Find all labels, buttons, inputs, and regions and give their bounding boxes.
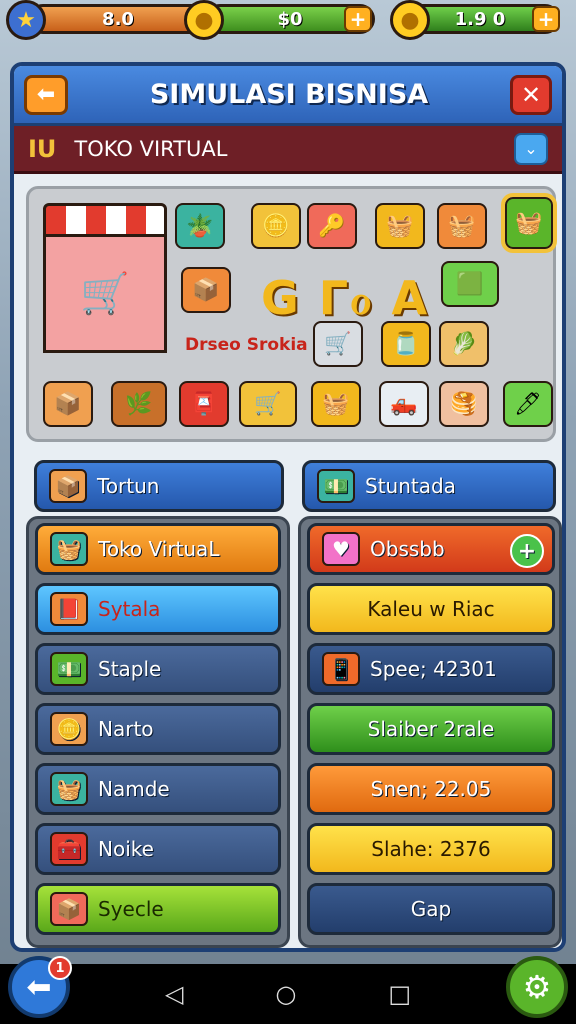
plant-box-icon[interactable]: 🪴 [175,203,225,249]
cash-icon: 💵 [317,469,355,503]
mailbox-icon[interactable]: 📮 [179,381,229,427]
eraser-icon[interactable]: 🟩 [441,261,499,307]
add-cash-button[interactable]: + [344,6,372,32]
planter-icon[interactable]: 🌿 [111,381,167,427]
basket-icon: 🧺 [50,532,88,566]
resource-1-value: 8.0 [102,8,134,30]
system-nav-bar: ◁ ○ □ [0,964,576,1024]
menu-label: Gap [410,897,452,921]
tab-tortun[interactable]: 📦 Tortun [34,460,284,512]
produce-box-icon[interactable]: 🥬 [439,321,489,367]
business-panel: ⬅ SIMULASI BISNISA ✕ IU TOKO VIRTUAL ⌄ 🛒… [10,62,566,952]
star-icon: ★ [6,0,46,40]
store-title: TOKO VIRTUAL [74,136,228,161]
menu-item-toko-virtual[interactable]: 🧺 Toko VirtuaL [35,523,281,575]
menu-item-narto[interactable]: 🪙 Narto [35,703,281,755]
left-menu: 🧺 Toko VirtuaL 📕 Sytala 💵 Staple 🪙 Narto… [26,516,290,948]
coin-stack-icon: 🪙 [50,712,88,746]
menu-label: Sytala [98,597,161,621]
basket-icon[interactable]: 🧺 [311,381,361,427]
crate-icon[interactable]: 🧺 [375,203,425,249]
box-icon: 📦 [50,892,88,926]
menu-label: Obssbb [370,537,445,561]
nav-recent-icon[interactable]: □ [388,980,411,1008]
wagon-icon[interactable]: 🛻 [379,381,429,427]
menu-label: Narto [98,717,154,741]
brand-label: Drseo Srokia [185,335,308,355]
resource-2-value: $0 [277,8,303,30]
resource-3-value: 1.9 0 [454,8,506,30]
store-icon: IU [28,134,57,163]
awning [43,203,167,237]
coin-icon[interactable]: 🪙 [251,203,301,249]
shop-body: 🛒 [43,237,167,353]
basket-icon[interactable]: 🧺 [437,203,487,249]
key-icon[interactable]: 🔑 [307,203,357,249]
menu-item-namde[interactable]: 🧺 Namde [35,763,281,815]
menu-item-slaiber[interactable]: Slaiber 2rale [307,703,555,755]
page-title: SIMULASI BISNISA [149,79,429,110]
menu-label: Slahe: 2376 [371,837,491,861]
basket-icon: 🧺 [50,772,88,806]
notification-badge: 1 [48,956,72,980]
menu-label: Noike [98,837,154,861]
menu-label: Toko VirtuaL [98,537,220,561]
delivery-cart-icon[interactable]: 🛒 [239,381,297,427]
back-button[interactable]: ⬅ [24,74,68,115]
menu-item-obssbb[interactable]: ♥ Obssbb + [307,523,555,575]
tab-tortun-label: Tortun [97,474,160,498]
menu-item-sytala[interactable]: 📕 Sytala [35,583,281,635]
menu-label: Spee; 42301 [370,657,497,681]
close-button[interactable]: ✕ [510,74,552,115]
tab-stuntada-label: Stuntada [365,474,456,498]
menu-label: Snen; 22.05 [370,777,492,801]
toolbox-icon: 🧰 [50,832,88,866]
menu-item-gap[interactable]: Gap [307,883,555,935]
panel-header: ⬅ SIMULASI BISNISA ✕ [14,66,562,126]
cart-icon[interactable]: 🛒 [313,321,363,367]
shop-stall-icon[interactable]: 🛒 [43,203,167,353]
coin-icon: ● [184,0,224,40]
add-icon[interactable]: + [510,534,544,568]
right-menu: ♥ Obssbb + Kaleu w Riac 📱 Spee; 42301 Sl… [298,516,562,948]
nav-back-icon[interactable]: ◁ [165,980,183,1008]
tab-stuntada[interactable]: 💵 Stuntada [302,460,556,512]
phone-icon: 📱 [322,652,360,686]
stack-icon[interactable]: 🥞 [439,381,489,427]
pen-icon[interactable]: 🖊 [503,381,553,427]
gear-icon[interactable]: ⚙ [506,956,568,1018]
store-selector[interactable]: IU TOKO VIRTUAL ⌄ [14,126,562,174]
menu-label: Syecle [98,897,164,921]
cash-icon: 💵 [50,652,88,686]
menu-label: Slaiber 2rale [367,717,495,741]
box-icon: 📦 [49,469,87,503]
top-hud: 8.0 $0 1.9 0 ★ ● ● + + [0,0,576,40]
selected-crate-icon[interactable]: 🧺 [501,193,557,253]
jar-icon[interactable]: 🫙 [381,321,431,367]
parcel-icon[interactable]: 📦 [181,267,231,313]
nav-home-icon[interactable]: ○ [275,980,296,1008]
menu-label: Staple [98,657,162,681]
menu-item-staple[interactable]: 💵 Staple [35,643,281,695]
chevron-down-icon[interactable]: ⌄ [514,132,548,165]
menu-item-syecle[interactable]: 📦 Syecle [35,883,281,935]
menu-item-slahe[interactable]: Slahe: 2376 [307,823,555,875]
menu-item-noike[interactable]: 🧰 Noike [35,823,281,875]
store-logo-text: G Γℴ A [261,271,430,325]
menu-item-snen[interactable]: Snen; 22.05 [307,763,555,815]
add-coins-button[interactable]: + [532,6,560,32]
heart-icon: ♥ [322,532,360,566]
book-icon: 📕 [50,592,88,626]
coin-icon: ● [390,0,430,40]
resource-bar-1: 8.0 [28,4,208,34]
menu-item-kaleu[interactable]: Kaleu w Riac [307,583,555,635]
item-grid: 🛒 🪴 🪙 🔑 🧺 🧺 🧺 📦 G Γℴ A 🟩 Drseo Srokia 🛒 … [26,186,557,442]
box-icon[interactable]: 📦 [43,381,93,427]
menu-label: Namde [98,777,170,801]
menu-item-spee[interactable]: 📱 Spee; 42301 [307,643,555,695]
menu-label: Kaleu w Riac [367,597,495,621]
